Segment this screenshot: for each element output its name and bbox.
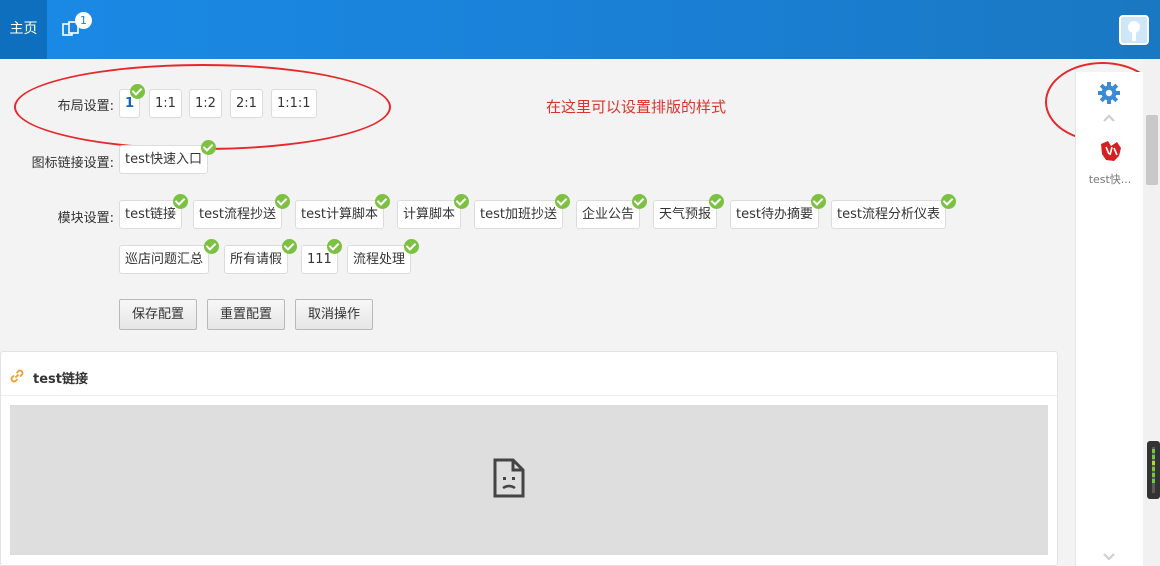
window-switcher-button[interactable]: 1 <box>58 12 92 46</box>
panel-title: test链接 <box>33 372 88 387</box>
avatar[interactable] <box>1119 15 1149 45</box>
scrollbar-thumb[interactable] <box>1146 115 1158 185</box>
module-item[interactable]: test流程抄送 <box>193 200 282 229</box>
reset-config-button[interactable]: 重置配置 <box>207 299 285 330</box>
check-icon <box>201 140 216 155</box>
broken-page-icon <box>493 458 525 498</box>
annotation-ellipse-layout <box>14 64 391 150</box>
check-icon <box>173 194 188 209</box>
module-item[interactable]: 企业公告 <box>576 200 641 229</box>
shortcut-label: test快... <box>1088 173 1132 186</box>
check-icon <box>941 194 956 209</box>
module-item[interactable]: 流程处理 <box>347 245 412 274</box>
module-panel: test链接 <box>0 351 1058 566</box>
check-icon <box>811 194 826 209</box>
shortcut-icon[interactable] <box>1098 138 1124 164</box>
check-icon <box>709 194 724 209</box>
module-item[interactable]: 天气预报 <box>653 200 718 229</box>
check-icon <box>275 194 290 209</box>
check-icon <box>454 194 469 209</box>
check-icon <box>282 239 297 254</box>
module-item[interactable]: 所有请假 <box>224 245 289 274</box>
check-icon <box>204 239 219 254</box>
annotation-text: 在这里可以设置排版的样式 <box>546 98 727 116</box>
check-icon <box>555 194 570 209</box>
cancel-button[interactable]: 取消操作 <box>295 299 373 330</box>
module-item[interactable]: test链接 <box>119 200 182 229</box>
save-config-button[interactable]: 保存配置 <box>119 299 197 330</box>
module-item[interactable]: test流程分析仪表 <box>831 200 946 229</box>
equalizer-icon <box>1152 447 1155 493</box>
module-item[interactable]: 计算脚本 <box>397 200 462 229</box>
user-avatar-icon <box>1128 21 1140 41</box>
check-icon <box>404 239 419 254</box>
top-bar: 主页 1 <box>0 0 1160 59</box>
module-item[interactable]: 巡店问题汇总 <box>119 245 210 274</box>
floating-widget[interactable] <box>1147 441 1160 499</box>
tab-home[interactable]: 主页 <box>0 0 47 59</box>
right-sidebar <box>1075 72 1143 566</box>
gear-icon[interactable] <box>1097 81 1121 105</box>
divider <box>1 395 1057 396</box>
chevron-down-icon[interactable] <box>1102 552 1116 561</box>
module-item[interactable]: test待办摘要 <box>730 200 819 229</box>
link-icon <box>10 369 24 383</box>
check-icon <box>632 194 647 209</box>
icon-link-item[interactable]: test快速入口 <box>119 145 208 174</box>
icon-links-label: 图标链接设置: <box>31 156 114 171</box>
window-count-badge: 1 <box>75 12 92 29</box>
check-icon <box>375 194 390 209</box>
module-item[interactable]: test计算脚本 <box>295 200 384 229</box>
chevron-up-icon[interactable] <box>1102 114 1116 123</box>
check-icon <box>327 239 342 254</box>
module-item[interactable]: test加班抄送 <box>474 200 563 229</box>
modules-label: 模块设置: <box>57 211 114 226</box>
embedded-frame <box>10 405 1048 555</box>
